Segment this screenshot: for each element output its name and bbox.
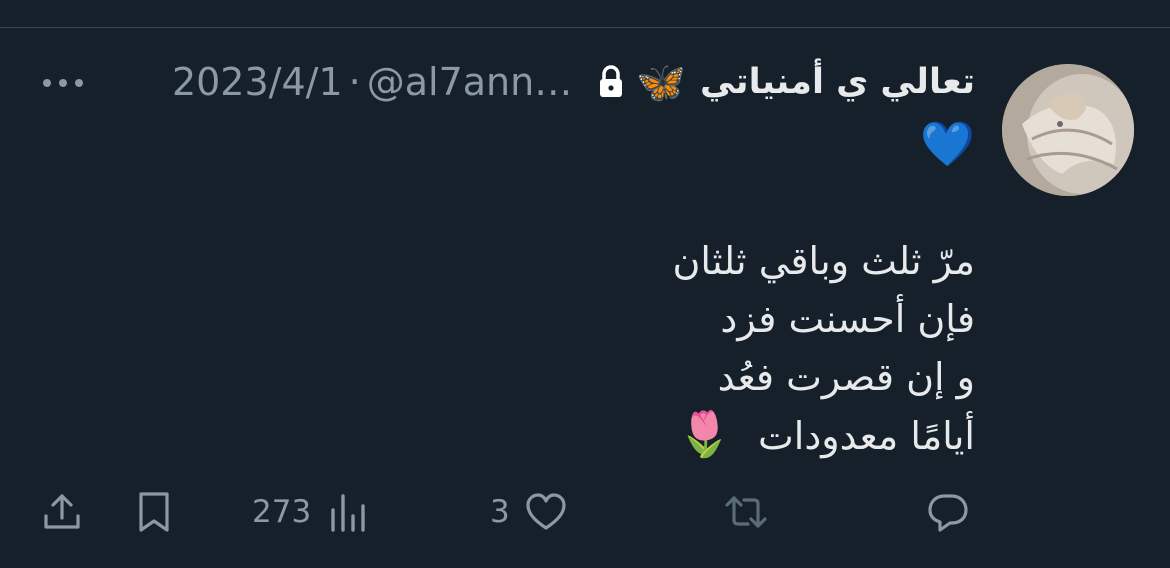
share-icon	[44, 494, 80, 529]
tulip-emoji: 🌷	[677, 409, 733, 460]
reply-button[interactable]	[926, 480, 970, 544]
avatar[interactable]	[1002, 64, 1134, 196]
blue-heart-emoji: 💙	[920, 119, 975, 170]
handle-link[interactable]: @al7ann…	[367, 60, 572, 104]
tweet-meta: 2023/4/1 · @al7ann…	[172, 60, 572, 104]
tweet-line-3: و إن قصرت فعُد	[717, 355, 975, 399]
tweet-line-4-text: أيامًا معدودات	[758, 414, 975, 458]
heart-icon	[526, 493, 566, 530]
date-link[interactable]: 2023/4/1	[172, 60, 343, 104]
retweet-icon	[725, 496, 767, 528]
likes-count: 3	[490, 494, 510, 530]
tweet-line-1: مرّ ثلث وباقي ثلثان	[672, 239, 975, 283]
avatar-image	[1002, 64, 1134, 196]
top-divider	[0, 27, 1170, 28]
retweet-button[interactable]	[724, 480, 768, 544]
lock-icon	[600, 65, 623, 97]
butterfly-emoji: 🦋	[636, 59, 687, 106]
views-analytics-icon	[331, 494, 365, 532]
share-button[interactable]	[40, 480, 84, 544]
tweet-header: تعالي ي أمنياتي 🦋 2023/4/1 · @al7ann…	[172, 52, 975, 112]
tweet-line-4: أيامًا معدودات 🌷	[215, 406, 975, 465]
bookmark-button[interactable]	[132, 480, 176, 544]
tweet-line-2: فإن أحسنت فزد	[720, 297, 975, 341]
display-name[interactable]: تعالي ي أمنياتي	[700, 62, 975, 102]
tweet-text: مرّ ثلث وباقي ثلثان فإن أحسنت فزد و إن ق…	[215, 232, 975, 465]
bookmark-icon	[139, 492, 169, 532]
meta-separator: ·	[348, 60, 361, 104]
more-horizontal-icon[interactable]	[40, 68, 86, 98]
views-count: 273	[252, 494, 312, 530]
action-bar: 273 3	[0, 480, 1170, 544]
views-button[interactable]: 273	[252, 480, 371, 544]
reply-icon	[928, 494, 968, 532]
tweet-card[interactable]: تعالي ي أمنياتي 🦋 2023/4/1 · @al7ann… 💙 مر…	[0, 0, 1170, 568]
like-button[interactable]: 3	[490, 480, 568, 544]
